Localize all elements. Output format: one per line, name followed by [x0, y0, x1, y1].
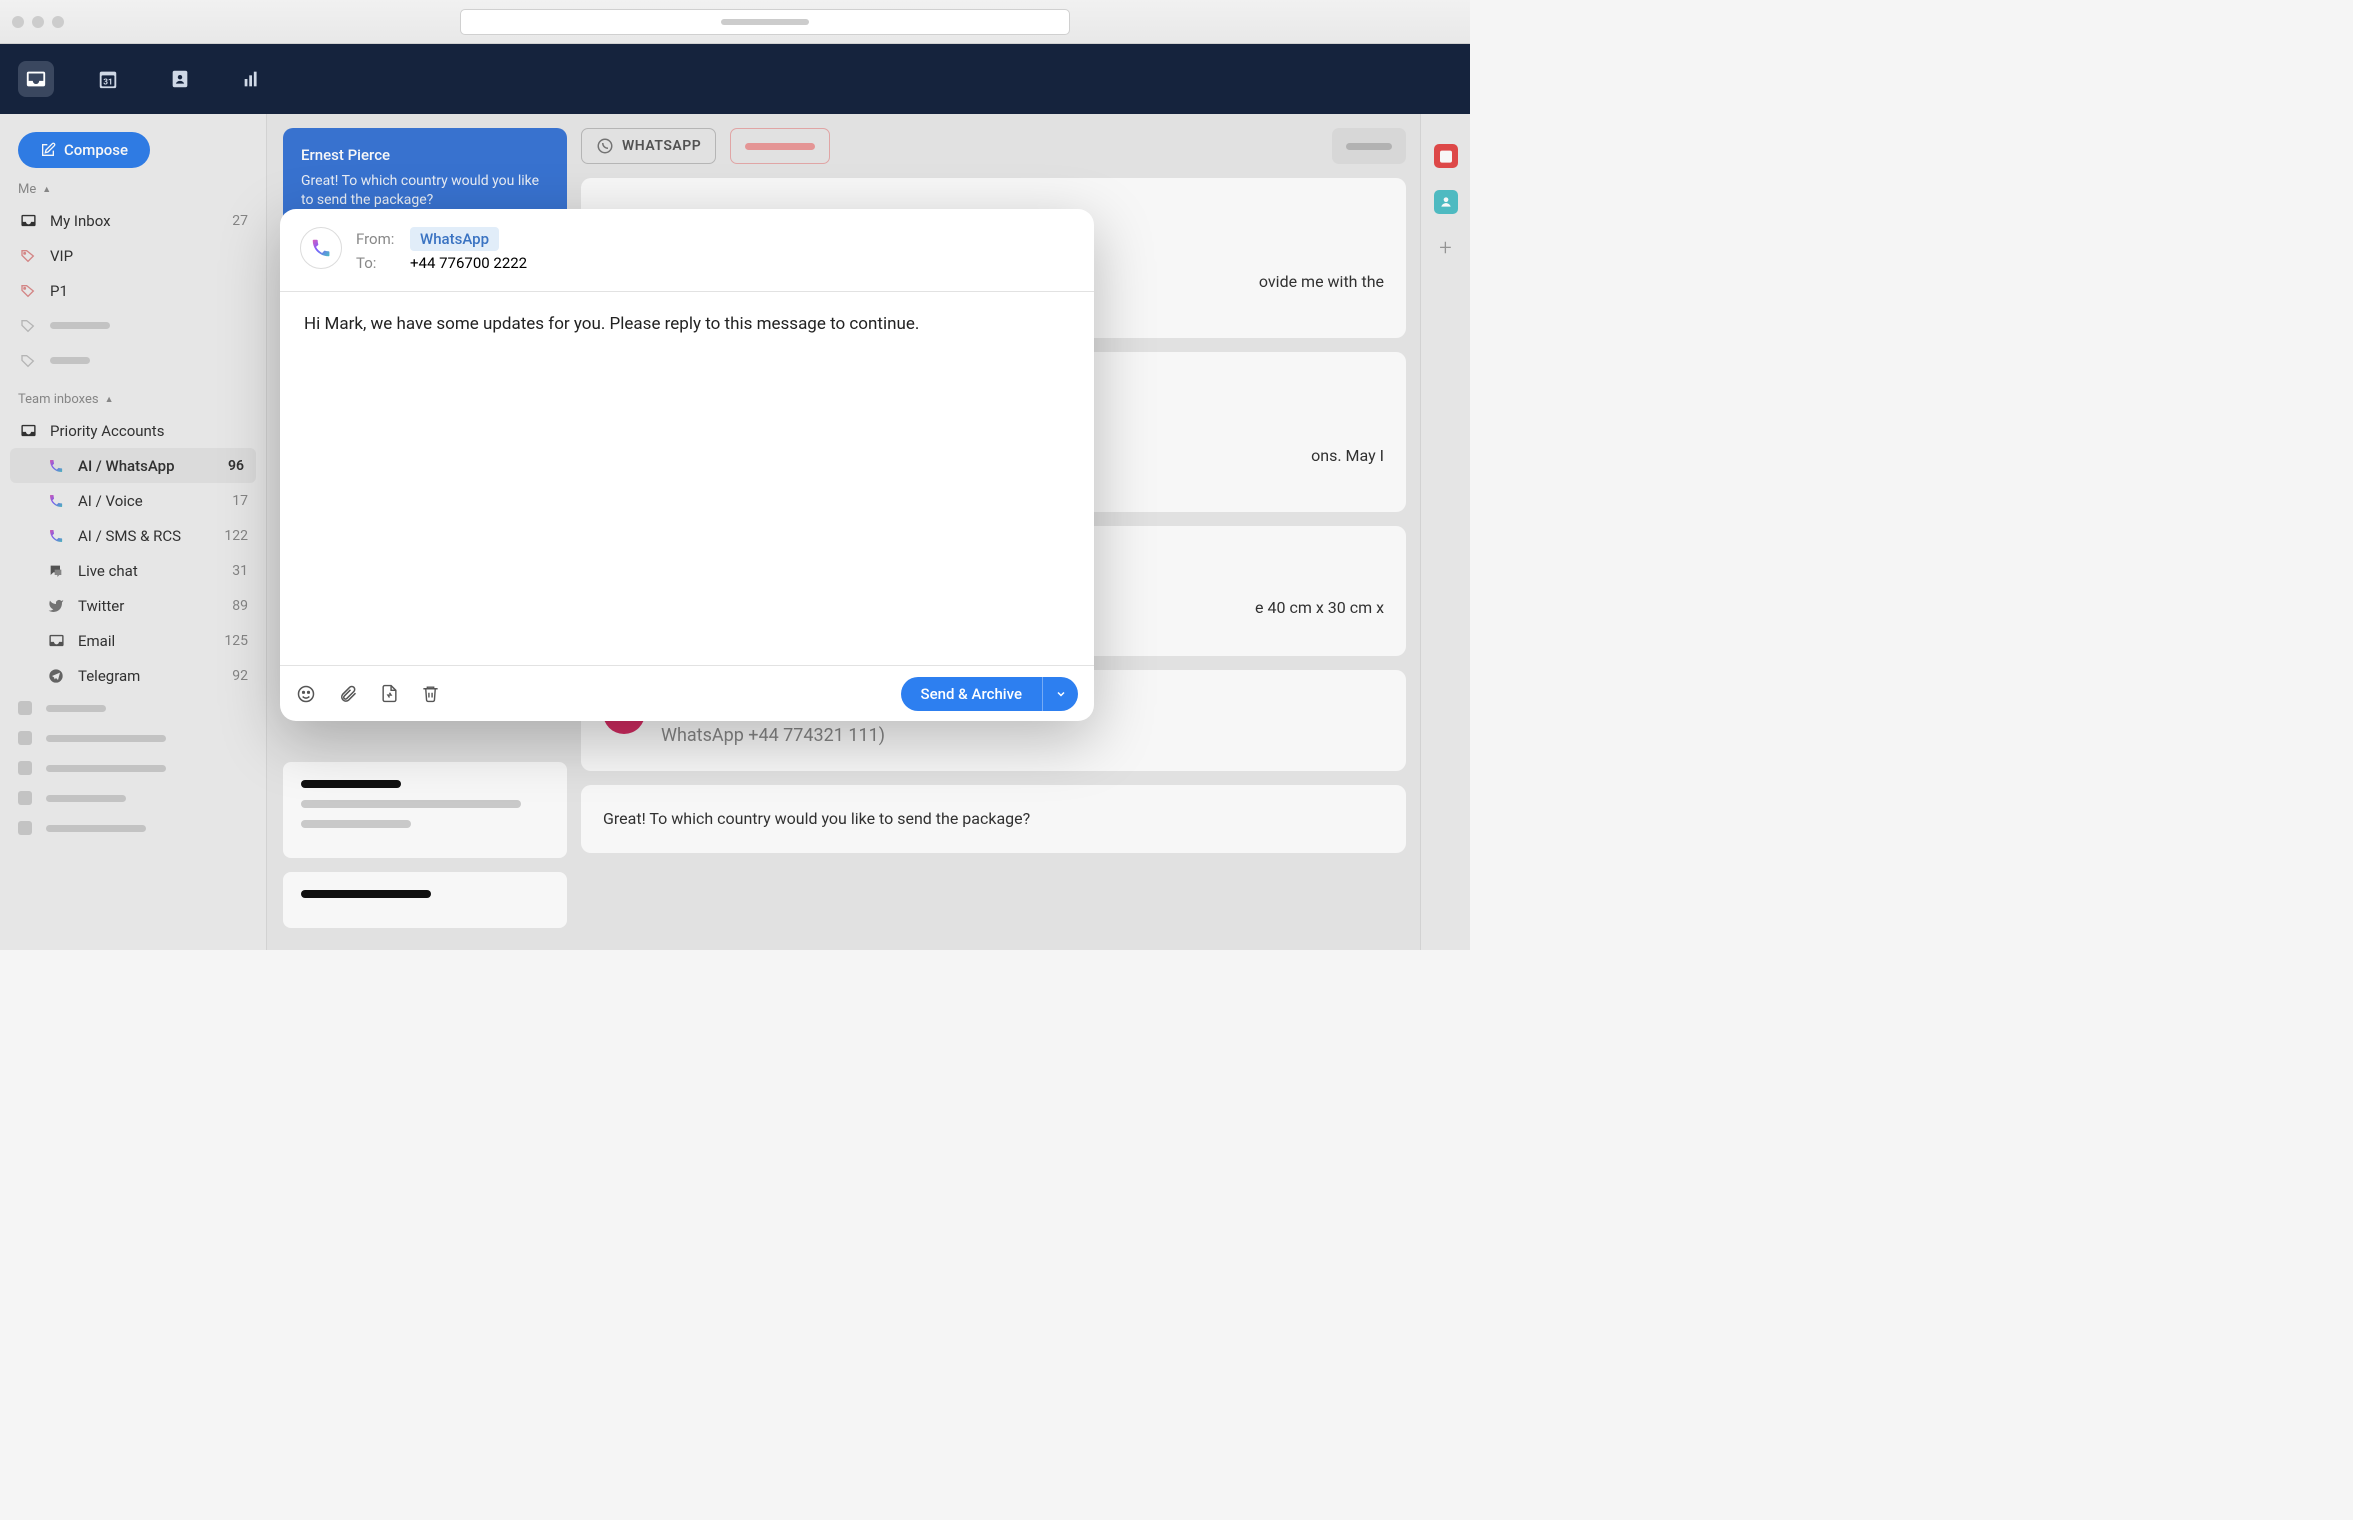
nav-analytics-icon[interactable]: [234, 61, 270, 97]
compose-icon: [40, 142, 56, 158]
twitter-icon: [46, 598, 66, 614]
sidebar-item-priority-accounts[interactable]: Priority Accounts: [0, 413, 266, 448]
chat-icon: [46, 563, 66, 579]
right-rail: 31 +: [1420, 114, 1470, 950]
sidebar-item-ai-voice[interactable]: AI / Voice 17: [0, 483, 266, 518]
top-nav: 31: [0, 44, 1470, 114]
window-max-dot[interactable]: [52, 16, 64, 28]
tag-icon: [18, 283, 38, 299]
chevron-down-icon: [1055, 688, 1067, 700]
mac-title-bar: [0, 0, 1470, 44]
send-dropdown-button[interactable]: [1042, 677, 1078, 711]
thread-item-skel[interactable]: [283, 872, 567, 928]
nav-inbox-icon[interactable]: [18, 61, 54, 97]
svg-text:31: 31: [1442, 154, 1450, 162]
sidebar-item-skel-2: [0, 343, 266, 378]
chip-placeholder-red[interactable]: [730, 128, 830, 164]
thread-item-skel[interactable]: [283, 762, 567, 858]
chevron-up-icon: ▲: [105, 394, 114, 405]
sidebar-item-live-chat[interactable]: Live chat 31: [0, 553, 266, 588]
svg-text:31: 31: [103, 78, 112, 88]
attachment-icon[interactable]: [338, 684, 358, 704]
channel-chip-whatsapp[interactable]: WHATSAPP: [581, 128, 716, 164]
compose-avatar: [300, 227, 342, 269]
phone-icon: [46, 493, 66, 509]
compose-label: Compose: [64, 141, 128, 159]
whatsapp-icon: [596, 137, 614, 155]
url-placeholder: [721, 19, 809, 25]
window-close-dot[interactable]: [12, 16, 24, 28]
sidebar-skel: [0, 753, 266, 783]
chip-placeholder-gray[interactable]: [1332, 128, 1406, 164]
section-team[interactable]: Team inboxes▲: [0, 378, 266, 413]
chevron-up-icon: ▲: [42, 184, 51, 195]
compose-footer: Send & Archive: [280, 665, 1094, 721]
tag-icon: [18, 248, 38, 264]
nav-contacts-icon[interactable]: [162, 61, 198, 97]
to-value[interactable]: +44 776700 2222: [410, 254, 527, 272]
phone-icon: [46, 528, 66, 544]
compose-body[interactable]: Hi Mark, we have some updates for you. P…: [280, 292, 1094, 665]
sidebar-skel: [0, 693, 266, 723]
business-subtitle: WhatsApp +44 774321 111): [661, 722, 885, 749]
thread-snippet: Great! To which country would you like t…: [301, 172, 549, 210]
phone-icon: [46, 458, 66, 474]
compose-button[interactable]: Compose: [18, 132, 150, 168]
rail-contact-icon[interactable]: [1434, 190, 1458, 214]
url-bar[interactable]: [460, 9, 1070, 35]
sidebar-item-twitter[interactable]: Twitter 89: [0, 588, 266, 623]
telegram-icon: [46, 668, 66, 684]
sidebar-skel: [0, 723, 266, 753]
sidebar-item-my-inbox[interactable]: My Inbox 27: [0, 203, 266, 238]
tag-icon: [18, 318, 38, 334]
sidebar-item-vip[interactable]: VIP: [0, 238, 266, 273]
thread-name: Ernest Pierce: [301, 146, 549, 164]
from-channel-badge[interactable]: WhatsApp: [410, 227, 499, 251]
conversation-header: WHATSAPP: [581, 128, 1406, 164]
rail-add-icon[interactable]: +: [1434, 236, 1458, 260]
sidebar-item-ai-sms[interactable]: AI / SMS & RCS 122: [0, 518, 266, 553]
sidebar-item-p1[interactable]: P1: [0, 273, 266, 308]
nav-calendar-icon[interactable]: 31: [90, 61, 126, 97]
section-me[interactable]: Me▲: [0, 168, 266, 203]
compose-header: From: WhatsApp To: +44 776700 2222: [280, 209, 1094, 292]
sidebar-skel: [0, 783, 266, 813]
inbox-icon: [46, 632, 66, 649]
sidebar-item-skel-1: [0, 308, 266, 343]
sidebar-item-ai-whatsapp[interactable]: AI / WhatsApp 96: [10, 448, 256, 483]
inbox-icon: [18, 212, 38, 229]
template-icon[interactable]: [380, 684, 399, 703]
from-label: From:: [356, 230, 400, 248]
tag-icon: [18, 353, 38, 369]
to-label: To:: [356, 254, 400, 272]
emoji-icon[interactable]: [296, 684, 316, 704]
sidebar-skel: [0, 813, 266, 843]
inbox-icon: [18, 422, 38, 439]
window-min-dot[interactable]: [32, 16, 44, 28]
compose-modal: From: WhatsApp To: +44 776700 2222 Hi Ma…: [280, 209, 1094, 721]
sidebar: Compose Me▲ My Inbox 27 VIP P1 Team inbo…: [0, 114, 267, 950]
sidebar-item-email[interactable]: Email 125: [0, 623, 266, 658]
message-bubble: Great! To which country would you like t…: [581, 785, 1406, 853]
sidebar-item-telegram[interactable]: Telegram 92: [0, 658, 266, 693]
rail-calendar-icon[interactable]: 31: [1434, 144, 1458, 168]
trash-icon[interactable]: [421, 684, 440, 703]
send-archive-button[interactable]: Send & Archive: [901, 677, 1042, 711]
